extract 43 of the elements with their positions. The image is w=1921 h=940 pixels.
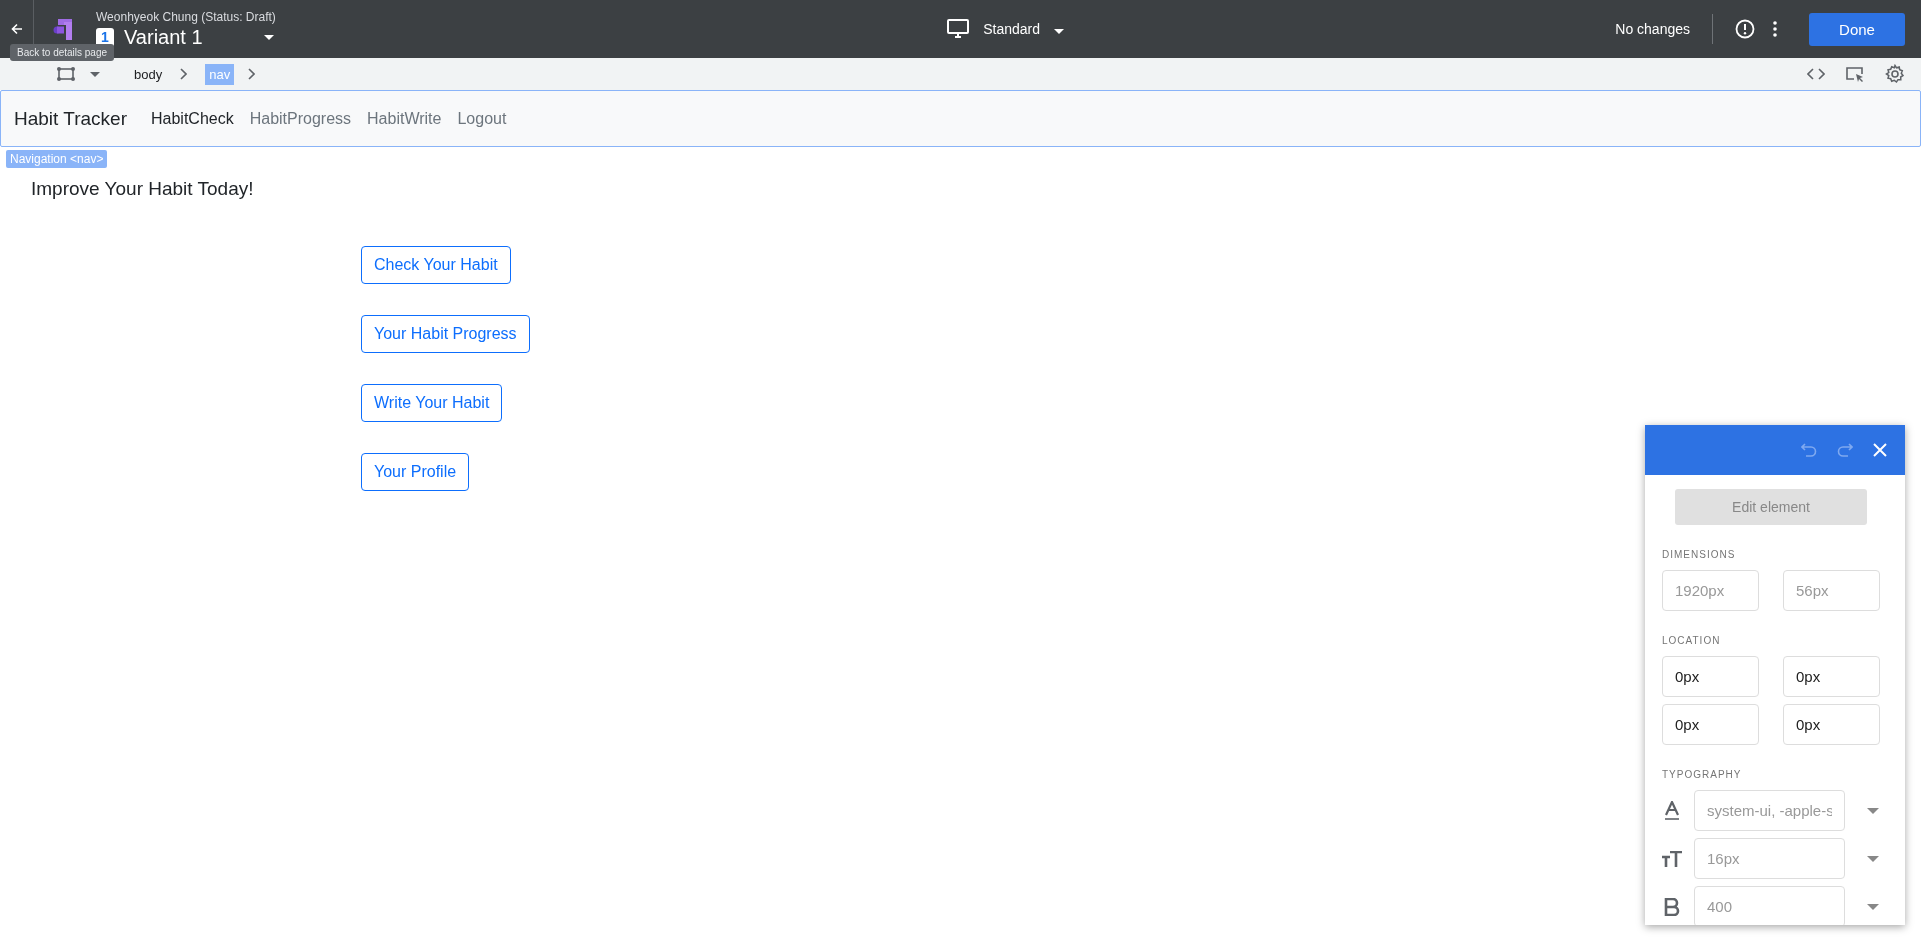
nav-link[interactable]: HabitWrite [367, 109, 442, 128]
chevron-right-icon [180, 68, 188, 80]
nav-link[interactable]: HabitProgress [249, 109, 352, 128]
page-heading: Improve Your Habit Today! [31, 178, 255, 200]
device-dropdown[interactable]: Standard [941, 18, 1070, 40]
input-field[interactable]: 0px [1662, 656, 1759, 697]
outline-button[interactable]: Your Habit Progress [361, 315, 530, 353]
input-field[interactable]: 0px [1662, 704, 1759, 745]
selection-tool-icon[interactable] [56, 66, 76, 82]
close-icon[interactable] [1873, 443, 1887, 457]
breadcrumb-item[interactable]: body [130, 63, 167, 85]
back-arrow-icon [9, 22, 24, 36]
monitor-icon [947, 19, 970, 39]
input-field[interactable]: 0px [1783, 704, 1880, 745]
tooltip: Back to details page [10, 44, 115, 61]
owner-status-text: Weonhyeok Chung (Status: Draft) [96, 9, 276, 24]
section-title: LOCATION [1662, 635, 1722, 646]
section-title: TYPOGRAPHY [1662, 769, 1743, 780]
outline-button[interactable]: Check Your Habit [361, 246, 511, 284]
nav-link[interactable]: HabitCheck [151, 109, 234, 128]
outline-button[interactable]: Write Your Habit [361, 384, 503, 422]
caret-icon [1054, 29, 1064, 34]
chevron-right-icon [248, 68, 256, 80]
save-status-text: No changes [1615, 21, 1690, 37]
code-icon[interactable] [1807, 68, 1825, 80]
brand-link[interactable]: Habit Tracker [14, 107, 127, 130]
edit-element-button[interactable]: Edit element [1675, 489, 1867, 525]
variant-name: Variant 1 [124, 25, 204, 49]
caret-icon[interactable] [264, 34, 274, 40]
more-options-icon[interactable] [1773, 21, 1777, 37]
settings-icon[interactable] [1885, 64, 1905, 84]
element-label: Navigation <nav> [6, 150, 108, 168]
done-button[interactable]: Done [1809, 12, 1905, 46]
bold-icon [1662, 897, 1682, 916]
font-icon [1662, 800, 1682, 821]
text-size-icon [1662, 850, 1682, 867]
nav-link[interactable]: Logout [457, 109, 507, 128]
input-field[interactable]: 0px [1783, 656, 1880, 697]
caret-icon[interactable] [90, 71, 100, 77]
outline-button[interactable]: Your Profile [361, 453, 470, 491]
section-title: DIMENSIONS [1662, 549, 1737, 560]
alert-icon[interactable] [1735, 19, 1755, 39]
select-element-icon[interactable] [1845, 66, 1865, 82]
